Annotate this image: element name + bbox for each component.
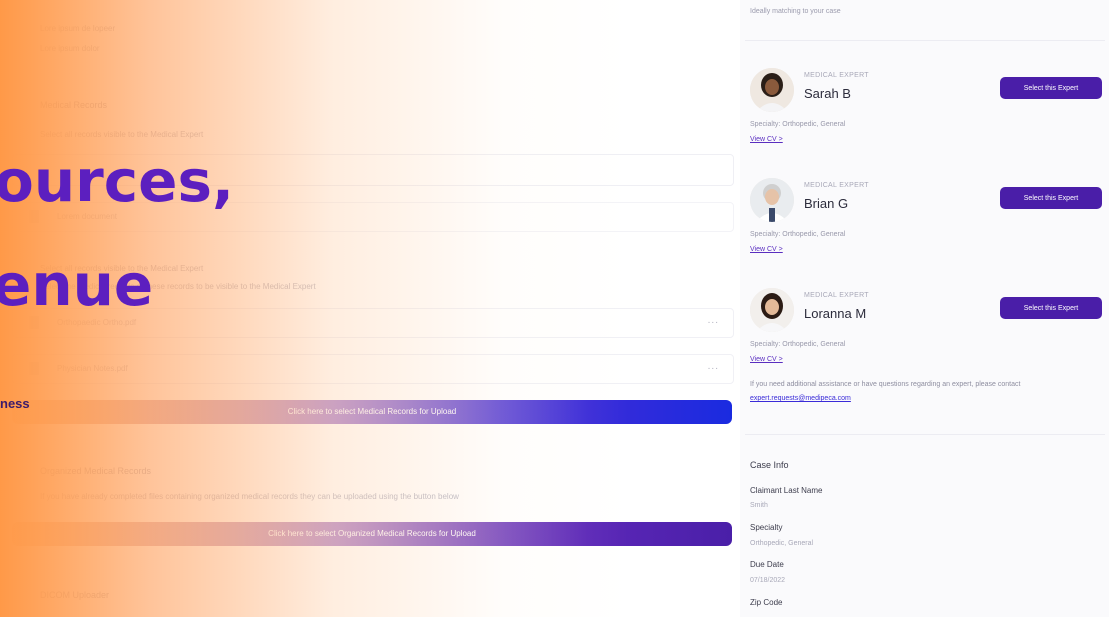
case-info-title: Case Info xyxy=(750,460,789,470)
expert-specialty: Specialty: Orthopedic, General xyxy=(750,341,846,348)
upload-medical-records-button[interactable]: Click here to select Medical Records for… xyxy=(12,400,732,424)
medical-records-title: Medical Records xyxy=(40,100,108,110)
file-name: Physician Notes.pdf xyxy=(57,364,128,373)
expert-name: Brian G xyxy=(804,196,849,211)
divider xyxy=(745,434,1105,435)
expert-specialty: Specialty: Orthopedic, General xyxy=(750,121,846,128)
app-window: Lore ipsum de lopeer Lore ipsum dolor Me… xyxy=(0,0,1109,617)
more-options-icon[interactable]: ... xyxy=(708,315,719,326)
case-field-label: Due Date xyxy=(750,560,784,569)
faint-line: Lore ipsum dolor xyxy=(40,44,100,53)
select-expert-button[interactable]: Select this Expert xyxy=(1000,187,1102,209)
case-field-label: Specialty xyxy=(750,523,783,532)
expert-card: MEDICAL EXPERT Brian G Select this Exper… xyxy=(748,178,1106,288)
avatar xyxy=(750,178,794,222)
avatar xyxy=(750,68,794,112)
case-field-value: Smith xyxy=(750,502,768,509)
faint-line: Lore ipsum de lopeer xyxy=(40,24,116,33)
view-cv-link[interactable]: View CV > xyxy=(750,356,783,363)
expert-role: MEDICAL EXPERT xyxy=(804,292,869,299)
help-text: If you need additional assistance or hav… xyxy=(750,378,1100,406)
select-expert-button[interactable]: Select this Expert xyxy=(1000,77,1102,99)
expert-specialty: Specialty: Orthopedic, General xyxy=(750,231,846,238)
more-options-icon[interactable]: ... xyxy=(708,361,719,372)
upload-organized-records-button[interactable]: Click here to select Organized Medical R… xyxy=(12,522,732,546)
expert-role: MEDICAL EXPERT xyxy=(804,182,869,189)
dicom-uploader-title: DICOM Uploader xyxy=(40,590,110,600)
case-field-label: Zip Code xyxy=(750,598,783,607)
case-field-label: Claimant Last Name xyxy=(750,486,823,495)
view-cv-link[interactable]: View CV > xyxy=(750,246,783,253)
select-expert-button[interactable]: Select this Expert xyxy=(1000,297,1102,319)
expert-name: Loranna M xyxy=(804,306,867,321)
top-note: Ideally matching to your case xyxy=(750,8,841,15)
file-name: Orthopaedic Ortho.pdf xyxy=(57,318,137,327)
medical-records-description: Select all records visible to the Medica… xyxy=(40,130,204,139)
avatar xyxy=(750,288,794,332)
organized-records-title: Organized Medical Records xyxy=(40,466,152,476)
tagline: ness xyxy=(0,396,30,411)
view-cv-link[interactable]: View CV > xyxy=(750,136,783,143)
headline-line-2: enue xyxy=(0,251,154,319)
divider xyxy=(745,40,1105,41)
expert-card: MEDICAL EXPERT Sarah B Select this Exper… xyxy=(748,68,1106,178)
document-icon xyxy=(29,362,39,375)
case-field-value: 07/18/2022 xyxy=(750,577,786,584)
case-field-value: Orthopedic, General xyxy=(750,540,814,547)
help-text-body: If you need additional assistance or hav… xyxy=(750,381,1021,388)
organized-records-description: If you have already completed files cont… xyxy=(40,492,459,501)
help-email-link[interactable]: expert.requests@medipeca.com xyxy=(750,395,851,402)
expert-role: MEDICAL EXPERT xyxy=(804,72,869,79)
expert-name: Sarah B xyxy=(804,86,851,101)
file-row[interactable]: Physician Notes.pdf ... xyxy=(12,354,734,384)
headline-line-1: ources, xyxy=(0,147,235,215)
